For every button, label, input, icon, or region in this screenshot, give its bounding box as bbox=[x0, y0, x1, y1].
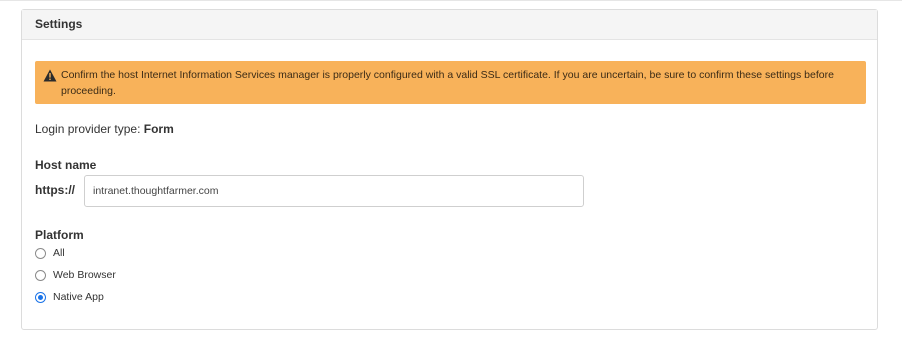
warning-triangle-icon bbox=[43, 69, 57, 82]
platform-option-native-app[interactable]: Native App bbox=[35, 291, 104, 303]
ssl-warning-alert: Confirm the host Internet Information Se… bbox=[35, 61, 866, 104]
radio-native-app[interactable] bbox=[35, 291, 46, 303]
alert-message: Confirm the host Internet Information Se… bbox=[61, 69, 834, 97]
radio-all[interactable] bbox=[35, 247, 46, 259]
login-provider-value: Form bbox=[143, 122, 174, 136]
settings-panel: Settings Confirm the host Internet Infor… bbox=[21, 9, 878, 330]
login-provider-type: Login provider type: Form bbox=[35, 122, 174, 136]
top-divider bbox=[0, 0, 902, 1]
host-name-input[interactable] bbox=[84, 175, 584, 207]
login-provider-label: Login provider type: bbox=[35, 122, 141, 136]
platform-option-web-browser[interactable]: Web Browser bbox=[35, 269, 116, 281]
platform-option-web-browser-label: Web Browser bbox=[53, 269, 116, 281]
platform-option-all-label: All bbox=[53, 247, 65, 259]
host-protocol-prefix: https:// bbox=[35, 183, 75, 197]
panel-title: Settings bbox=[22, 10, 877, 40]
platform-label: Platform bbox=[35, 228, 84, 242]
platform-option-all[interactable]: All bbox=[35, 247, 65, 259]
platform-option-native-app-label: Native App bbox=[53, 291, 104, 303]
host-name-label: Host name bbox=[35, 158, 97, 172]
radio-web-browser[interactable] bbox=[35, 269, 46, 281]
